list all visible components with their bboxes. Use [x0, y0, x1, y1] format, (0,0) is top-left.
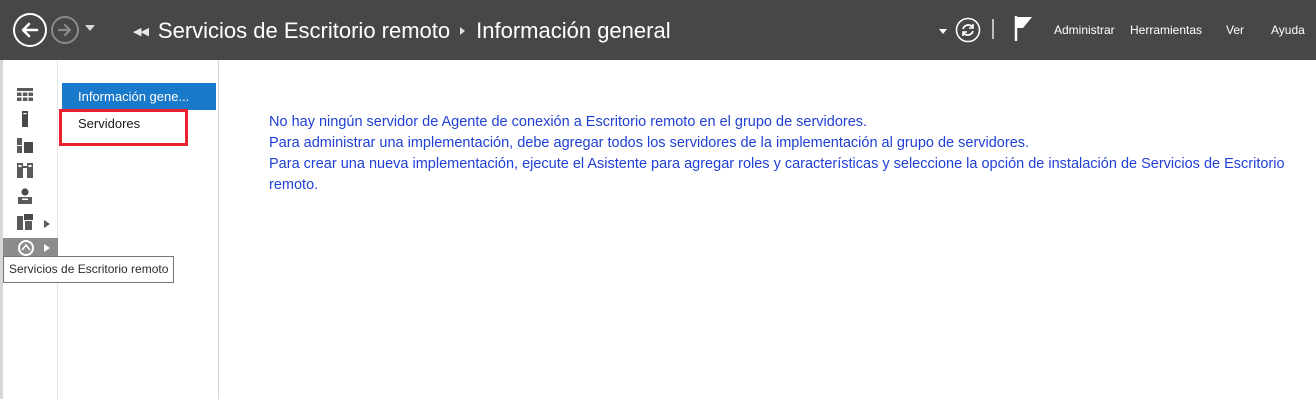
breadcrumb-overflow-icon[interactable]: ◀◀ [133, 25, 149, 38]
breadcrumb: ◀◀ Servicios de Escritorio remoto Inform… [133, 16, 671, 46]
roles-icon[interactable] [16, 213, 34, 231]
all-servers-icon[interactable] [16, 136, 34, 154]
forward-button[interactable] [51, 16, 79, 44]
subnav-item-label: Información gene... [78, 89, 190, 104]
menu-tools[interactable]: Herramientas [1130, 23, 1202, 37]
roles-expand-icon[interactable] [44, 220, 50, 228]
title-bar: ◀◀ Servicios de Escritorio remoto Inform… [0, 0, 1316, 60]
local-server-icon[interactable] [16, 110, 34, 128]
highlight-annotation [59, 109, 188, 146]
remote-desktop-expand-icon[interactable] [44, 244, 50, 252]
main-content: No hay ningún servidor de Agente de cone… [220, 60, 1316, 399]
refresh-icon[interactable] [955, 17, 981, 43]
toolbar-divider [992, 19, 994, 39]
back-arrow-icon [21, 22, 39, 38]
breadcrumb-separator-icon [460, 27, 466, 35]
file-storage-icon[interactable] [16, 161, 34, 179]
history-dropdown-icon[interactable] [85, 25, 95, 31]
dashboard-icon[interactable] [16, 86, 34, 104]
menu-manage[interactable]: Administrar [1054, 23, 1115, 37]
menu-view[interactable]: Ver [1226, 23, 1244, 37]
users-icon[interactable] [16, 187, 34, 205]
subnav-item-overview[interactable]: Información gene... [62, 83, 216, 110]
flag-icon[interactable] [1013, 14, 1035, 42]
breadcrumb-parent[interactable]: Servicios de Escritorio remoto [158, 18, 450, 44]
remote-desktop-icon [18, 240, 34, 256]
message-line: No hay ningún servidor de Agente de cone… [269, 114, 868, 130]
message-line: Para administrar una implementación, deb… [269, 135, 1030, 151]
breadcrumb-current: Información general [476, 18, 671, 43]
message-line: Para crear una nueva implementación, eje… [269, 156, 1285, 193]
forward-arrow-icon [57, 23, 72, 37]
breadcrumb-dropdown-icon[interactable] [939, 29, 947, 34]
back-button[interactable] [13, 13, 47, 47]
rail-item-remote-desktop[interactable] [3, 238, 58, 258]
rail-edge [0, 60, 3, 399]
menu-help[interactable]: Ayuda [1271, 23, 1305, 37]
tooltip: Servicios de Escritorio remoto [3, 256, 175, 283]
status-message: No hay ningún servidor de Agente de cone… [269, 112, 1299, 196]
